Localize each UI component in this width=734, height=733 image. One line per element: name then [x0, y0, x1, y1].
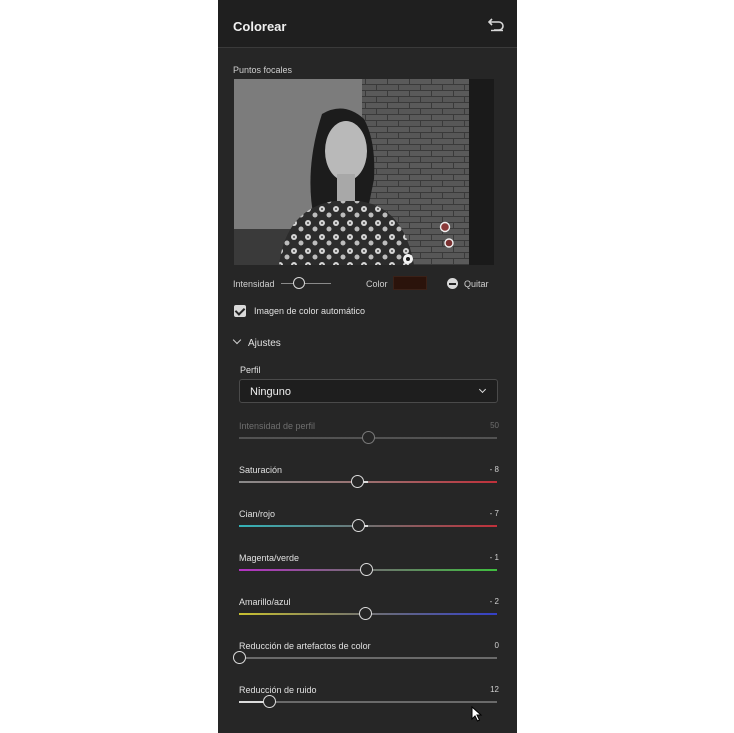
- reset-icon[interactable]: [488, 16, 506, 32]
- profile-value: Ninguno: [250, 386, 291, 398]
- color-artifact-reduction-thumb[interactable]: [232, 651, 246, 664]
- chevron-down-icon: [232, 335, 242, 345]
- cyan-red-thumb[interactable]: [352, 519, 366, 532]
- yellow-blue-value[interactable]: - 2: [490, 597, 499, 606]
- intensity-slider-track[interactable]: [281, 283, 331, 284]
- intensity-label: Intensidad: [233, 279, 275, 289]
- magenta-green-value[interactable]: - 1: [490, 553, 499, 562]
- noise-reduction-track[interactable]: [239, 701, 497, 703]
- focal-points-label: Puntos focales: [233, 65, 293, 75]
- colorize-panel: Colorear Puntos focales Intensidad Color…: [218, 0, 517, 733]
- panel-header: Colorear: [218, 0, 517, 48]
- cyan-red-value[interactable]: - 7: [490, 509, 499, 518]
- noise-reduction-slider[interactable]: Reducción de ruido 12: [239, 685, 499, 721]
- mouse-pointer-icon: [471, 706, 483, 722]
- chevron-down-icon: [478, 385, 487, 394]
- noise-reduction-label: Reducción de ruido: [239, 685, 317, 695]
- color-artifact-reduction-track[interactable]: [239, 657, 497, 659]
- profile-intensity-value[interactable]: 50: [490, 421, 499, 430]
- noise-reduction-thumb[interactable]: [263, 695, 277, 708]
- yellow-blue-thumb[interactable]: [358, 607, 372, 620]
- saturation-value[interactable]: - 8: [490, 465, 499, 474]
- profile-intensity-thumb: [361, 431, 375, 444]
- yellow-blue-slider[interactable]: Amarillo/azul - 2: [239, 597, 499, 633]
- remove-icon[interactable]: [447, 278, 458, 289]
- color-artifact-reduction-label: Reducción de artefactos de color: [239, 641, 371, 651]
- saturation-track[interactable]: [239, 481, 497, 483]
- profile-label: Perfil: [240, 365, 261, 375]
- saturation-thumb[interactable]: [351, 475, 365, 488]
- color-swatch[interactable]: [393, 276, 427, 290]
- focal-controls-row: Intensidad Color Quitar: [233, 276, 503, 292]
- focal-points-preview[interactable]: [234, 79, 494, 265]
- magenta-green-slider[interactable]: Magenta/verde - 1: [239, 553, 499, 589]
- auto-color-checkbox[interactable]: [234, 305, 246, 317]
- cyan-red-track[interactable]: [239, 525, 497, 527]
- cyan-red-slider[interactable]: Cian/rojo - 7: [239, 509, 499, 545]
- intensity-slider-thumb[interactable]: [293, 277, 305, 289]
- profile-intensity-slider: Intensidad de perfil 50: [239, 421, 499, 457]
- remove-button[interactable]: Quitar: [464, 279, 489, 289]
- color-artifact-reduction-value[interactable]: 0: [495, 641, 499, 650]
- adjustments-toggle[interactable]: Ajustes: [232, 335, 281, 349]
- magenta-green-label: Magenta/verde: [239, 553, 300, 563]
- color-artifact-reduction-slider[interactable]: Reducción de artefactos de color 0: [232, 641, 499, 677]
- noise-reduction-value[interactable]: 12: [490, 685, 499, 694]
- adjustments-label: Ajustes: [248, 338, 281, 349]
- profile-dropdown[interactable]: Ninguno: [239, 379, 498, 403]
- profile-intensity-label: Intensidad de perfil: [239, 421, 316, 431]
- saturation-label: Saturación: [239, 465, 283, 475]
- yellow-blue-label: Amarillo/azul: [239, 597, 291, 607]
- magenta-green-thumb[interactable]: [360, 563, 374, 576]
- color-label: Color: [366, 279, 388, 289]
- saturation-slider[interactable]: Saturación - 8: [239, 465, 499, 501]
- panel-title: Colorear: [233, 19, 287, 34]
- cyan-red-label: Cian/rojo: [239, 509, 276, 519]
- auto-color-label: Imagen de color automático: [254, 306, 366, 316]
